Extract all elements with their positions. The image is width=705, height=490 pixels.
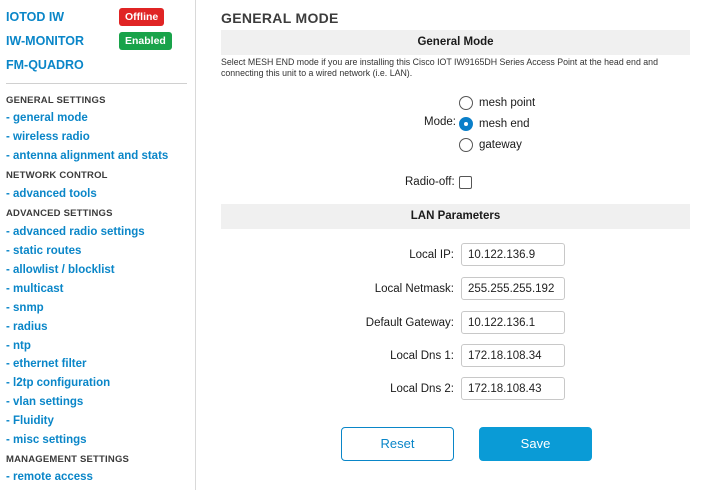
radio-label-mesh-end: mesh end (479, 118, 530, 130)
iw-monitor-link[interactable]: IW-MONITOR (6, 34, 84, 48)
local-dns2-label: Local Dns 2: (390, 383, 454, 395)
radio-mesh-point[interactable]: mesh point (459, 95, 535, 111)
local-netmask-label: Local Netmask: (374, 283, 454, 295)
nav-ethernet-filter[interactable]: - ethernet filter (6, 358, 87, 370)
status-row-iw-monitor: IW-MONITOR Enabled (6, 32, 191, 50)
nav-fluidity[interactable]: - Fluidity (6, 415, 54, 427)
nav-advanced-tools[interactable]: - advanced tools (6, 188, 97, 200)
iotod-iw-link[interactable]: IOTOD IW (6, 10, 64, 24)
sidebar: IOTOD IW Offline IW-MONITOR Enabled FM-Q… (0, 0, 196, 490)
status-row-iotod: IOTOD IW Offline (6, 8, 191, 26)
local-dns1-label: Local Dns 1: (390, 350, 454, 362)
page-title: GENERAL MODE (221, 10, 339, 26)
nav-antenna-alignment[interactable]: - antenna alignment and stats (6, 150, 168, 162)
enabled-badge: Enabled (119, 32, 172, 50)
reset-button[interactable]: Reset (341, 427, 454, 461)
lan-parameters-header: LAN Parameters (221, 204, 690, 229)
radio-label-gateway: gateway (479, 139, 522, 151)
default-gateway-label: Default Gateway: (365, 317, 454, 329)
radio-button-gateway[interactable] (459, 138, 473, 152)
radio-mesh-end[interactable]: mesh end (459, 116, 530, 132)
mode-label: Mode: (424, 116, 456, 128)
radio-gateway[interactable]: gateway (459, 137, 522, 153)
radio-label-mesh-point: mesh point (479, 97, 536, 109)
radio-button-mesh-end[interactable] (459, 117, 473, 131)
nav-remote-access[interactable]: - remote access (6, 471, 93, 483)
local-dns2-input[interactable] (461, 377, 565, 400)
sidebar-divider (6, 83, 187, 84)
default-gateway-input[interactable] (461, 311, 565, 334)
mode-description: Select MESH END mode if you are installi… (221, 57, 658, 78)
nav-l2tp-configuration[interactable]: - l2tp configuration (6, 377, 110, 389)
nav-misc-settings[interactable]: - misc settings (6, 434, 87, 446)
offline-badge: Offline (119, 8, 165, 26)
radio-button-mesh-point[interactable] (459, 96, 473, 110)
section-network-control: NETWORK CONTROL (6, 170, 108, 181)
section-general-settings: GENERAL SETTINGS (6, 95, 106, 106)
nav-general-mode[interactable]: - general mode (6, 112, 88, 124)
radio-off-label: Radio-off: (405, 176, 455, 188)
nav-ntp[interactable]: - ntp (6, 340, 31, 352)
nav-allowlist-blocklist[interactable]: - allowlist / blocklist (6, 264, 115, 276)
radio-off-checkbox[interactable] (459, 176, 472, 189)
local-netmask-input[interactable] (461, 277, 565, 300)
nav-multicast[interactable]: - multicast (6, 283, 64, 295)
local-ip-label: Local IP: (409, 249, 454, 261)
nav-radius[interactable]: - radius (6, 321, 48, 333)
local-dns1-input[interactable] (461, 344, 565, 367)
local-ip-input[interactable] (461, 243, 565, 266)
fm-quadro-link[interactable]: FM-QUADRO (6, 58, 84, 72)
nav-snmp[interactable]: - snmp (6, 302, 44, 314)
nav-advanced-radio-settings[interactable]: - advanced radio settings (6, 226, 145, 238)
nav-static-routes[interactable]: - static routes (6, 245, 81, 257)
section-management-settings: MANAGEMENT SETTINGS (6, 454, 130, 465)
general-mode-header: General Mode (221, 30, 690, 55)
save-button[interactable]: Save (479, 427, 592, 461)
nav-vlan-settings[interactable]: - vlan settings (6, 396, 83, 408)
section-advanced-settings: ADVANCED SETTINGS (6, 208, 113, 219)
nav-wireless-radio[interactable]: - wireless radio (6, 131, 90, 143)
